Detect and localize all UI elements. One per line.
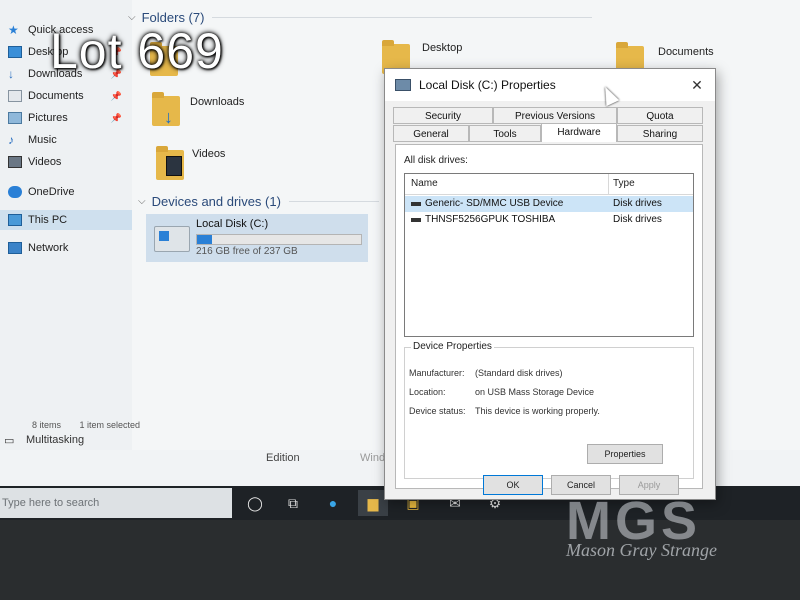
hardware-tab-panel: All disk drives: Name Type Generic- SD/M… [395,144,703,489]
drive-row-type: Disk drives [613,214,662,225]
drive-name: Local Disk (C:) [196,218,269,230]
item-count: 8 items [32,420,62,430]
tab-security[interactable]: Security [393,107,493,124]
dialog-title: Local Disk (C:) Properties [419,78,556,92]
sidebar-item-label: Network [28,242,69,254]
drive-tile-local-disk[interactable]: Local Disk (C:) 216 GB free of 237 GB [146,214,368,262]
close-icon[interactable]: ✕ [687,75,707,95]
tab-general[interactable]: General [393,125,469,142]
location-label: Location: [409,387,446,397]
cortana-icon[interactable]: ◯ [240,490,270,516]
pictures-icon [8,112,22,124]
tab-quota[interactable]: Quota [617,107,703,124]
edge-icon[interactable]: ● [318,490,348,516]
selection-count: 1 item selected [79,420,141,430]
drive-row-type: Disk drives [613,198,662,209]
taskbar-search-input[interactable]: Type here to search [0,488,232,518]
desktop-icon [8,46,22,58]
column-header-name[interactable]: Name [411,178,438,189]
column-separator [608,174,609,194]
column-header-type[interactable]: Type [613,178,635,189]
drive-row-name: Generic- SD/MMC USB Device [425,198,564,209]
windows-label-partial: Wind [360,452,386,464]
drive-free-space: 216 GB free of 237 GB [196,246,298,257]
videos-icon [8,156,22,168]
device-status-label: Device status: [409,406,466,416]
sidebar-item-label: OneDrive [28,186,75,198]
edition-label: Edition [266,452,300,464]
status-bar: 8 items 1 item selected [32,420,156,430]
sidebar-item-videos[interactable]: Videos [0,152,132,172]
tab-tools[interactable]: Tools [469,125,541,142]
film-strip-icon [166,156,182,176]
location-value: on USB Mass Storage Device [475,387,595,397]
folder-label-documents[interactable]: Documents [658,46,714,58]
devices-group-header[interactable]: ⌵ Devices and drives (1) [138,194,379,209]
sidebar-item-onedrive[interactable]: OneDrive [0,182,132,202]
sidebar-item-label: Pictures [28,112,68,124]
task-view-icon[interactable]: ⧉ [278,490,308,516]
sidebar-item-label: This PC [28,214,68,226]
folder-label-desktop[interactable]: Desktop [422,42,462,54]
drive-row-name: THNSF5256GPUK TOSHIBA [425,214,556,225]
watermark-name: Mason Gray Strange [566,540,717,560]
sidebar-item-documents[interactable]: Documents 📌 [0,86,132,106]
music-icon: ♪ [8,133,14,147]
sidebar-item-network[interactable]: Network [0,238,132,258]
tab-hardware[interactable]: Hardware [541,123,617,142]
list-header: Name Type [405,174,693,195]
list-item[interactable]: THNSF5256GPUK TOSHIBA Disk drives [405,212,693,228]
windows-drive-icon [154,226,190,252]
manufacturer-label: Manufacturer: [409,368,465,378]
sidebar-item-pictures[interactable]: Pictures 📌 [0,108,132,128]
folder-label-videos[interactable]: Videos [192,148,225,160]
chevron-down-icon: ⌵ [138,196,146,207]
multitasking-icon: ▭ [4,435,15,447]
download-icon: ↓ [8,67,14,81]
device-properties-group: Device Properties Manufacturer: (Standar… [404,341,694,479]
drive-usage-bar [196,234,362,245]
disk-drives-list[interactable]: Name Type Generic- SD/MMC USB Device Dis… [404,173,694,337]
folder-label-downloads[interactable]: Downloads [190,96,244,108]
all-disk-drives-label: All disk drives: [404,155,468,166]
sidebar-item-this-pc[interactable]: This PC [0,210,132,230]
disk-drive-icon [411,218,421,222]
manufacturer-value: (Standard disk drives) [475,368,563,378]
network-icon [8,242,22,254]
ok-button[interactable]: OK [483,475,543,495]
disk-drive-icon [411,202,421,206]
pc-icon [8,214,22,226]
star-icon: ★ [8,23,19,37]
lot-number-overlay: Lot 669 [50,23,224,79]
cloud-icon [8,186,22,198]
divider [212,17,593,18]
tab-sharing[interactable]: Sharing [617,125,703,142]
sidebar-item-label: Documents [28,90,84,102]
drive-usage-fill [197,235,212,244]
divider [288,201,379,202]
dialog-title-bar[interactable]: Local Disk (C:) Properties [385,69,715,101]
tab-previous-versions[interactable]: Previous Versions [493,107,617,124]
pin-icon: 📌 [110,90,122,101]
device-properties-legend: Device Properties [411,341,494,352]
documents-icon [8,90,22,102]
pin-icon: 📌 [110,112,122,123]
sidebar-item-label: Videos [28,156,62,168]
devices-header-label: Devices and drives (1) [151,194,281,209]
sidebar-item-label: Music [28,134,57,146]
download-arrow-icon: ↓ [164,107,173,127]
drive-icon [395,79,411,91]
list-item[interactable]: Generic- SD/MMC USB Device Disk drives [405,196,693,212]
sidebar-item-music[interactable]: ♪ Music [0,130,132,150]
device-status-value: This device is working properly. [475,406,600,416]
multitasking-label: Multitasking [26,434,85,446]
properties-dialog: Local Disk (C:) Properties ✕ Security Pr… [384,68,716,500]
device-properties-button[interactable]: Properties [587,444,663,464]
screen: ★ Quick access Desktop 📌 ↓ Downloads 📌 D… [0,0,800,520]
